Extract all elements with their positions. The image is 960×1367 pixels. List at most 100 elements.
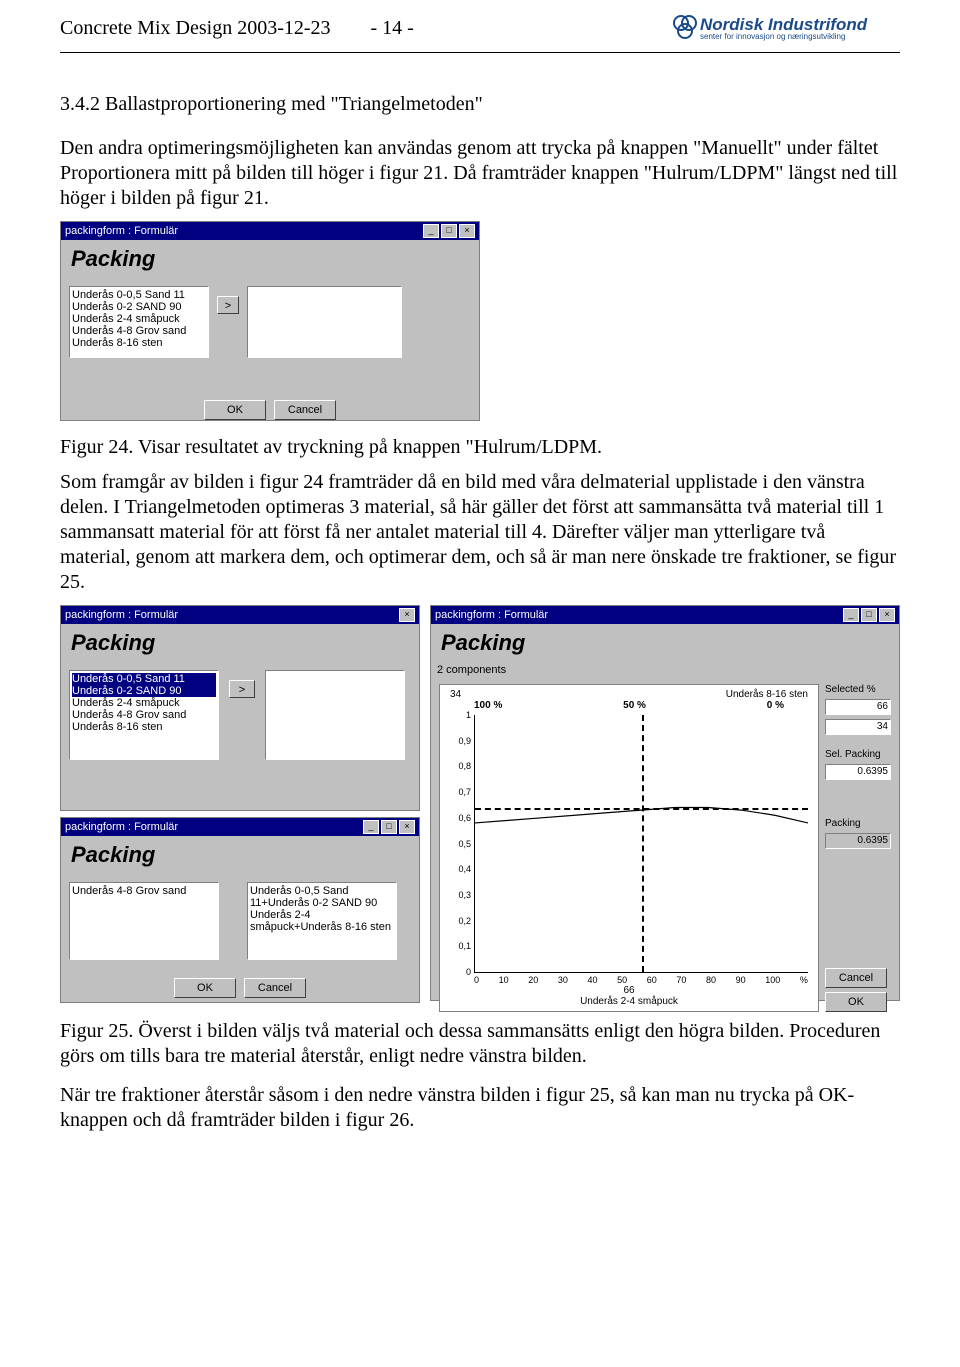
chart-x-tick: 90	[736, 975, 746, 985]
chart-x-indicator: 66	[623, 985, 634, 996]
chart-y-tick: 0,8	[458, 761, 471, 771]
chart-y-tick: 1	[466, 710, 471, 720]
list-item[interactable]: Underås 0-0,5 Sand 11	[72, 673, 216, 685]
chart-top-tick: 0 %	[767, 700, 784, 711]
chart-y-tick: 0,7	[458, 787, 471, 797]
list-item[interactable]: Underås 4-8 Grov sand	[72, 885, 216, 897]
maximize-icon[interactable]: □	[441, 224, 457, 238]
paragraph-3: När tre fraktioner återstår såsom i den …	[60, 1083, 900, 1133]
material-list-left[interactable]: Underås 0-0,5 Sand 11Underås 0-2 SAND 90…	[69, 286, 209, 358]
chart-x-axis-label: Underås 2-4 småpuck	[444, 996, 814, 1007]
chart-y-tick: 0,5	[458, 839, 471, 849]
window-title: packingform : Formulär	[65, 609, 178, 621]
window-titlebar[interactable]: packingform : Formulär _ □ ×	[61, 818, 419, 836]
window-title: packingform : Formulär	[65, 225, 178, 237]
sel-packing-value[interactable]: 0.6395	[825, 764, 891, 780]
maximize-icon[interactable]: □	[861, 608, 877, 622]
packingform-window-fig24: packingform : Formulär _ □ × Packing Und…	[60, 221, 480, 421]
material-list-right[interactable]	[247, 286, 402, 358]
packing-heading: Packing	[61, 240, 479, 278]
logo-subtitle: senter for innovasjon og næringsutviklin…	[700, 33, 867, 41]
packing-value: 0.6395	[825, 833, 891, 849]
packingform-window-fig25-bottom-left: packingform : Formulär _ □ × Packing Und…	[60, 817, 420, 1003]
close-icon[interactable]: ×	[399, 820, 415, 834]
move-right-button[interactable]: >	[217, 296, 239, 314]
components-label: 2 components	[431, 662, 899, 678]
chart-top-tick: 100 %	[474, 700, 502, 711]
list-item[interactable]: Underås 8-16 sten	[72, 721, 216, 733]
material-list-right[interactable]: Underås 0-0,5 Sand 11+Underås 0-2 SAND 9…	[247, 882, 397, 960]
window-titlebar[interactable]: packingform : Formulär _ □ ×	[61, 222, 479, 240]
close-icon[interactable]: ×	[459, 224, 475, 238]
selected-percent-value-2[interactable]: 34	[825, 719, 891, 735]
ok-button[interactable]: OK	[825, 992, 887, 1012]
section-heading: 3.4.2 Ballastproportionering med "Triang…	[60, 93, 900, 116]
chart-x-tick: 30	[558, 975, 568, 985]
cancel-button[interactable]: Cancel	[825, 968, 887, 988]
chart-x-tick: 70	[676, 975, 686, 985]
chart-y-tick: 0,6	[458, 813, 471, 823]
chart-x-tick: 0	[474, 975, 479, 985]
move-right-button[interactable]: >	[229, 680, 255, 698]
packingform-window-fig25-top-left: packingform : Formulär × Packing Underås…	[60, 605, 420, 811]
chart-x-tick: 20	[528, 975, 538, 985]
window-titlebar[interactable]: packingform : Formulär ×	[61, 606, 419, 624]
cancel-button[interactable]: Cancel	[274, 400, 336, 420]
packing-value-label: Packing	[825, 818, 891, 829]
packing-chart: 34 Underås 8-16 sten 100 %50 %0 % 10,90,…	[439, 684, 819, 1012]
paragraph-1: Den andra optimeringsmöjligheten kan anv…	[60, 136, 900, 211]
list-item[interactable]: Underås 2-4 småpuck+Underås 8-16 sten	[250, 909, 394, 933]
chart-y-tick: 0,4	[458, 864, 471, 874]
list-item[interactable]: Underås 2-4 småpuck	[72, 697, 216, 709]
cancel-button[interactable]: Cancel	[244, 978, 306, 998]
list-item[interactable]: Underås 0-0,5 Sand 11+Underås 0-2 SAND 9…	[250, 885, 394, 909]
doc-title: Concrete Mix Design 2003-12-23	[60, 17, 331, 40]
list-item[interactable]: Underås 8-16 sten	[72, 337, 206, 349]
chart-y-tick: 0,3	[458, 890, 471, 900]
chart-x-tick: 40	[588, 975, 598, 985]
chart-x-tick: 80	[706, 975, 716, 985]
minimize-icon[interactable]: _	[843, 608, 859, 622]
packingform-window-fig25-chart: packingform : Formulär _ □ × Packing 2 c…	[430, 605, 900, 1001]
window-titlebar[interactable]: packingform : Formulär _ □ ×	[431, 606, 899, 624]
ok-button[interactable]: OK	[174, 978, 236, 998]
page-number: - 14 -	[371, 17, 414, 40]
chart-x-unit: %	[800, 975, 808, 985]
chart-title-right: Underås 8-16 sten	[726, 689, 808, 700]
selected-percent-value-1[interactable]: 66	[825, 699, 891, 715]
chart-y-tick: 0,9	[458, 736, 471, 746]
window-title: packingform : Formulär	[65, 821, 178, 833]
ok-button[interactable]: OK	[204, 400, 266, 420]
chart-x-tick: 10	[499, 975, 509, 985]
paragraph-2: Som framgår av bilden i figur 24 framträ…	[60, 470, 900, 595]
close-icon[interactable]: ×	[399, 608, 415, 622]
minimize-icon[interactable]: _	[363, 820, 379, 834]
header-divider	[60, 52, 900, 53]
material-list-left[interactable]: Underås 0-0,5 Sand 11Underås 0-2 SAND 90…	[69, 670, 219, 760]
list-item[interactable]: Underås 0-2 SAND 90	[72, 301, 206, 313]
material-list-left[interactable]: Underås 4-8 Grov sand	[69, 882, 219, 960]
list-item[interactable]: Underås 0-2 SAND 90	[72, 685, 216, 697]
list-item[interactable]: Underås 0-0,5 Sand 11	[72, 289, 206, 301]
material-list-right[interactable]	[265, 670, 405, 760]
list-item[interactable]: Underås 4-8 Grov sand	[72, 709, 216, 721]
fig24-caption: Figur 24. Visar resultatet av tryckning …	[60, 435, 900, 460]
packing-heading: Packing	[431, 624, 899, 662]
chart-top-tick: 50 %	[623, 700, 646, 711]
chart-title-left: 34	[450, 689, 461, 700]
packing-heading: Packing	[61, 624, 419, 662]
list-item[interactable]: Underås 4-8 Grov sand	[72, 325, 206, 337]
chart-x-tick: 50	[617, 975, 627, 985]
maximize-icon[interactable]: □	[381, 820, 397, 834]
chart-x-tick: 100	[765, 975, 780, 985]
close-icon[interactable]: ×	[879, 608, 895, 622]
packing-heading: Packing	[61, 836, 419, 874]
list-item[interactable]: Underås 2-4 småpuck	[72, 313, 206, 325]
packing-curve	[475, 715, 808, 972]
minimize-icon[interactable]: _	[423, 224, 439, 238]
selected-percent-label: Selected %	[825, 684, 891, 695]
chart-x-tick: 60	[647, 975, 657, 985]
logo-rings-icon	[670, 15, 696, 41]
chart-y-tick: 0,1	[458, 941, 471, 951]
logo-title: Nordisk Industrifond	[700, 16, 867, 33]
